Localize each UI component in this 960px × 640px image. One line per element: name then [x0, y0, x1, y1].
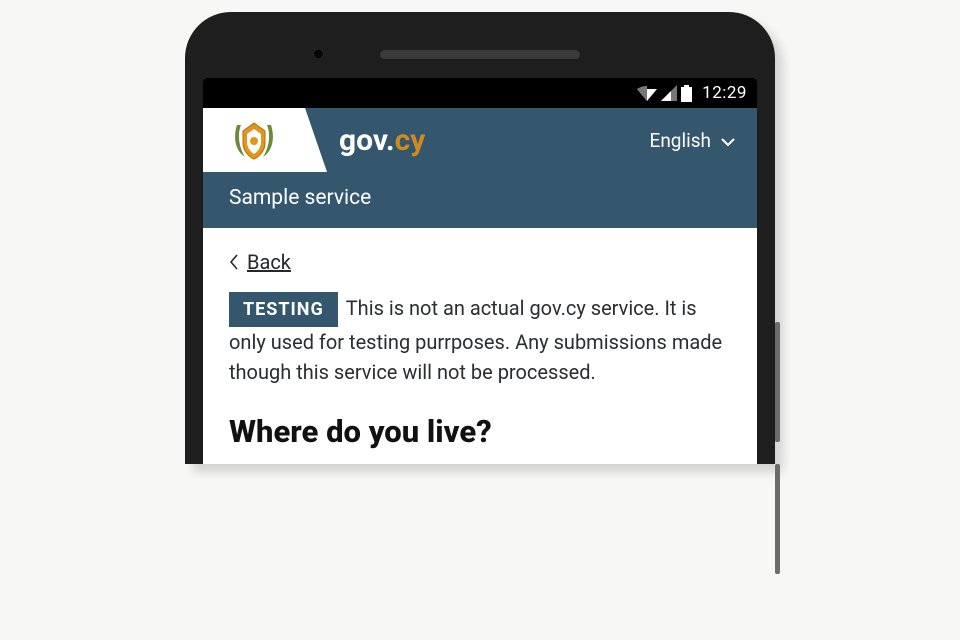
service-name-bar: Sample service: [203, 172, 757, 228]
status-bar: 12:29: [203, 78, 757, 108]
signal-icon: [661, 85, 677, 101]
chevron-left-icon: [229, 254, 239, 270]
wifi-icon: [637, 85, 657, 101]
back-label: Back: [247, 250, 291, 274]
brand-gov: gov.: [339, 123, 395, 158]
screen: 12:29 gov.cy English: [203, 78, 757, 464]
battery-icon: [681, 85, 692, 102]
site-header: gov.cy English: [203, 108, 757, 172]
phone-speaker: [380, 50, 580, 59]
phone-side-button: [775, 464, 780, 574]
service-name: Sample service: [229, 186, 371, 210]
site-brand[interactable]: gov.cy: [305, 108, 650, 172]
page-heading: Where do you live?: [229, 413, 731, 454]
language-selector[interactable]: English: [650, 108, 757, 172]
phone-frame: 12:29 gov.cy English: [185, 12, 775, 464]
phone-camera: [313, 49, 324, 60]
brand-cy: cy: [395, 123, 426, 158]
chevron-down-icon: [721, 129, 735, 152]
phase-tag: TESTING: [229, 292, 338, 327]
back-link[interactable]: Back: [229, 244, 731, 292]
phone-side-button: [775, 322, 780, 442]
phone-top: [203, 30, 757, 78]
phase-banner: TESTINGThis is not an actual gov.cy serv…: [229, 292, 731, 387]
language-label: English: [650, 129, 711, 152]
logo-tab[interactable]: [203, 108, 305, 172]
cyprus-crest-icon: [231, 117, 277, 163]
status-clock: 12:29: [702, 83, 747, 103]
page-content: Back TESTINGThis is not an actual gov.cy…: [203, 228, 757, 464]
